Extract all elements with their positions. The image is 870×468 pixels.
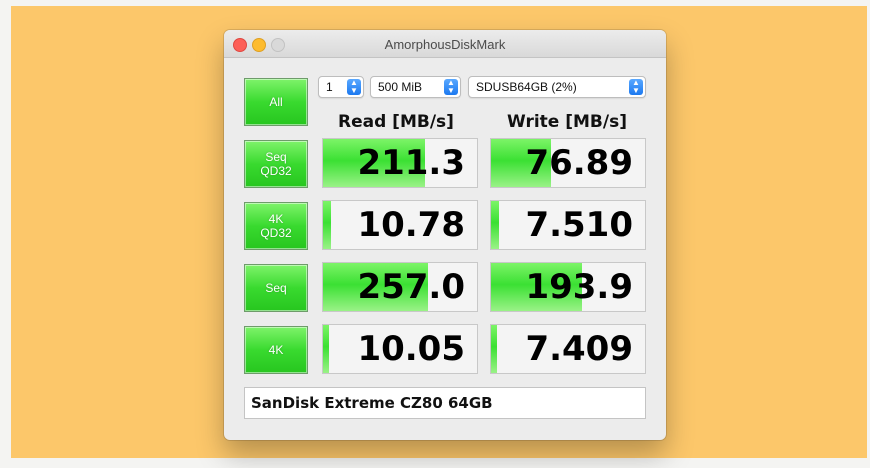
- write-result-seq-qd32: 76.89: [490, 138, 646, 188]
- updown-chevron-icon: ▲ ▼: [629, 79, 643, 95]
- read-value: 211.3: [357, 143, 465, 183]
- read-value: 10.05: [357, 329, 465, 369]
- window-title: AmorphousDiskMark: [384, 37, 506, 52]
- test-button-4k[interactable]: 4K: [244, 326, 308, 374]
- drive-select[interactable]: SDUSB64GB (2%) ▲ ▼: [468, 76, 646, 98]
- test-label: Seq QD32: [260, 150, 292, 178]
- read-value: 257.0: [357, 267, 465, 307]
- read-result-seq-qd32: 211.3: [322, 138, 478, 188]
- test-label: 4K QD32: [260, 212, 292, 240]
- test-button-seq[interactable]: Seq: [244, 264, 308, 312]
- read-bar: [323, 325, 330, 373]
- test-button-seq-qd32[interactable]: Seq QD32: [244, 140, 308, 188]
- updown-chevron-icon: ▲ ▼: [347, 79, 361, 95]
- write-bar: [491, 325, 498, 373]
- read-result-seq: 257.0: [322, 262, 478, 312]
- write-result-4k: 7.409: [490, 324, 646, 374]
- write-result-4k-qd32: 7.510: [490, 200, 646, 250]
- write-value: 193.9: [525, 267, 633, 307]
- read-result-4k-qd32: 10.78: [322, 200, 478, 250]
- test-count-value: 1: [326, 80, 333, 94]
- test-count-select[interactable]: 1 ▲ ▼: [318, 76, 364, 98]
- write-column-header: Write [MB/s]: [507, 112, 627, 132]
- write-value: 7.510: [525, 205, 633, 245]
- write-value: 76.89: [525, 143, 633, 183]
- updown-chevron-icon: ▲ ▼: [444, 79, 458, 95]
- read-value: 10.78: [357, 205, 465, 245]
- write-value: 7.409: [525, 329, 633, 369]
- app-window: AmorphousDiskMark All 1 ▲ ▼ 500 MiB ▲ ▼ SD…: [224, 30, 666, 440]
- read-column-header: Read [MB/s]: [338, 112, 454, 132]
- run-all-button[interactable]: All: [244, 78, 308, 126]
- read-result-4k: 10.05: [322, 324, 478, 374]
- test-label: 4K: [268, 343, 284, 357]
- test-size-value: 500 MiB: [378, 80, 423, 94]
- write-bar: [491, 201, 499, 249]
- comment-field[interactable]: SanDisk Extreme CZ80 64GB: [244, 387, 646, 419]
- test-size-select[interactable]: 500 MiB ▲ ▼: [370, 76, 461, 98]
- run-all-label: All: [269, 95, 283, 109]
- drive-value: SDUSB64GB (2%): [476, 80, 577, 94]
- test-button-4k-qd32[interactable]: 4K QD32: [244, 202, 308, 250]
- title-bar[interactable]: AmorphousDiskMark: [224, 30, 666, 58]
- write-result-seq: 193.9: [490, 262, 646, 312]
- read-bar: [323, 201, 331, 249]
- comment-text: SanDisk Extreme CZ80 64GB: [251, 394, 493, 412]
- test-label: Seq: [265, 281, 287, 295]
